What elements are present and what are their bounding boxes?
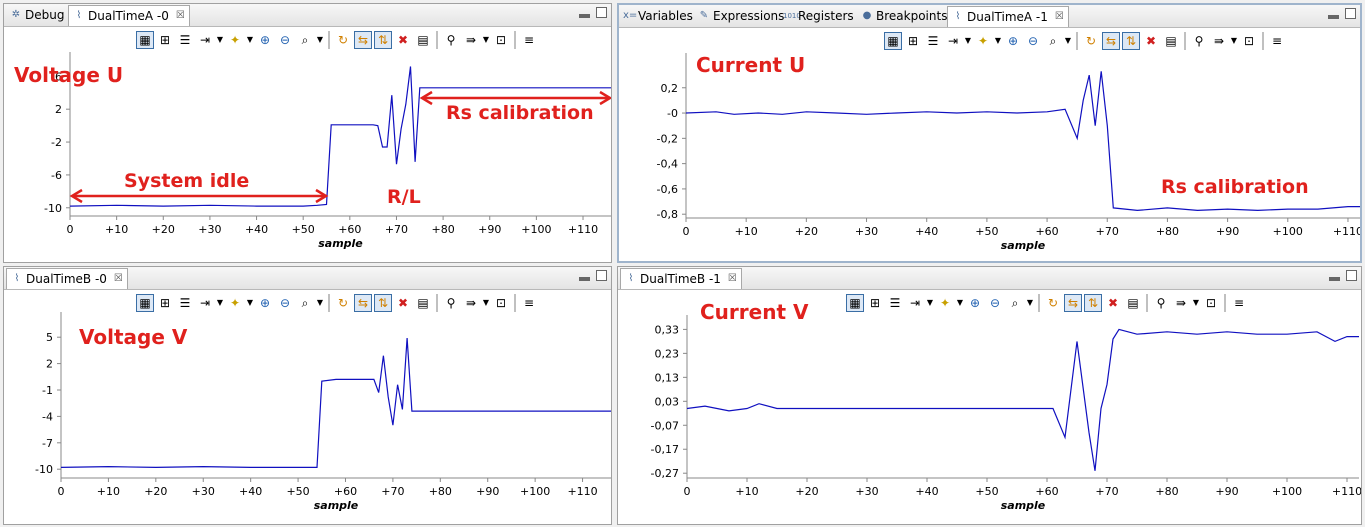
y-tick-label: -0,6 [657,183,678,196]
y-tick-label: -0,8 [657,208,678,221]
x-axis-label: sample [1001,499,1046,512]
y-tick-label: -10 [44,202,62,215]
x-tick-label: +20 [152,223,175,236]
x-tick-label: +100 [1272,485,1302,498]
x-tick-label: +60 [1035,225,1058,238]
x-tick-label: +100 [1273,225,1303,238]
x-tick-label: +60 [1035,485,1058,498]
y-tick-label: -0,2 [657,132,678,145]
y-tick-label: 0,2 [661,82,679,95]
x-tick-label: +10 [105,223,128,236]
y-tick-label: -10 [35,463,53,476]
x-tick-label: +110 [1332,485,1362,498]
x-tick-label: 0 [683,225,690,238]
x-tick-label: +110 [1333,225,1362,238]
x-tick-label: +70 [1095,485,1118,498]
x-tick-label: +30 [855,485,878,498]
x-tick-label: +70 [1096,225,1119,238]
x-tick-label: +60 [338,223,361,236]
x-tick-label: +110 [567,485,597,498]
x-tick-label: +90 [478,223,501,236]
x-axis-label: sample [1001,239,1046,252]
x-tick-label: +90 [476,485,499,498]
annotation-label: R/L [387,186,421,208]
y-tick-label: 2 [55,103,62,116]
x-tick-label: +80 [429,485,452,498]
x-tick-label: +100 [521,223,551,236]
x-tick-label: +20 [144,485,167,498]
x-tick-label: +110 [568,223,598,236]
annotation-label: Current U [696,53,805,77]
x-axis-label: sample [318,237,363,250]
x-tick-label: +40 [239,485,262,498]
x-tick-label: +40 [915,225,938,238]
x-tick-label: +70 [381,485,404,498]
chart-voltage-v: 5 2 -1 -4 -7 -10 0 +10 +20 +30 +40 +50 +60 +70 +80 +90 +… [35,312,611,512]
y-tick-label: 0,23 [655,347,680,360]
x-tick-label: +80 [431,223,454,236]
y-tick-label: -7 [42,437,53,450]
y-tick-label: -0,27 [651,467,679,480]
series-line [60,338,611,469]
y-tick-label: -0,4 [657,158,678,171]
x-tick-label: +80 [1155,485,1178,498]
x-tick-label: +30 [855,225,878,238]
x-tick-label: +60 [334,485,357,498]
x-tick-label: +90 [1215,485,1238,498]
x-tick-label: +50 [292,223,315,236]
pane-dualtimeb-0: ⌇ DualTimeB -0 ☒ ▦ ⊞ ☰ ⇥ ▼ ✦ ▼ ⊕ ⊖ ⌕ ▼ ↻ ⇆ ⇅ ✖ ▤ ⚲ ⇛ ▼ ⊡ ≡ 5… [3,266,612,525]
y-tick-label: 0,13 [655,371,680,384]
x-tick-label: +30 [192,485,215,498]
annotation-label: Rs calibration [446,102,594,124]
x-tick-label: +40 [245,223,268,236]
x-axis-label: sample [314,499,359,512]
x-tick-label: 0 [67,223,74,236]
x-tick-label: +50 [286,485,309,498]
x-tick-label: +50 [975,225,998,238]
x-tick-label: +40 [915,485,938,498]
annotation-label: Voltage V [79,325,188,349]
x-tick-label: 0 [58,485,65,498]
y-tick-label: -1 [42,384,53,397]
y-tick-label: -0 [667,107,678,120]
pane-dualtimea-0: ✲ Debug ⌇ DualTimeA -0 ☒ ▦ ⊞ ☰ ⇥ ▼ ✦ ▼ ⊕ ⊖ ⌕ ▼ ↻ ⇆ ⇅ ✖… [3,3,612,263]
annotation-label: Current V [700,300,809,324]
x-tick-label: +20 [795,485,818,498]
y-tick-label: 5 [46,331,53,344]
annotation-label: Rs calibration [1161,176,1309,198]
annotation-label: System idle [124,170,249,192]
chart-voltage-u: 62-2-6-100 +10 +20 +30 +40 +50 +60 +70 +80 +90 +10… [14,52,611,250]
x-tick-label: +10 [97,485,120,498]
annotation-label: Voltage U [14,63,123,87]
x-tick-label: +10 [735,485,758,498]
y-tick-label: 0,03 [655,395,680,408]
y-tick-label: -2 [51,136,62,149]
x-tick-label: +70 [385,223,408,236]
chart-current-u: 0,2 -0 -0,2 -0,4 -0,6 -0,8 0 +10 +20 +30 +40 +50 +60… [657,53,1362,252]
x-tick-label: +20 [795,225,818,238]
pane-dualtimeb-1: ⌇ DualTimeB -1 ☒ ▦ ⊞ ☰ ⇥ ▼ ✦ ▼ ⊕ ⊖ ⌕ ▼ ↻ ⇆ ⇅ ✖ ▤ ⚲ ⇛ ▼ ⊡ ≡ 0… [617,266,1362,525]
x-tick-label: 0 [684,485,691,498]
y-tick-label: -0,17 [651,443,679,456]
x-tick-label: +30 [198,223,221,236]
y-tick-label: -0,07 [651,419,679,432]
y-tick-label: 0,33 [655,323,680,336]
x-tick-label: +50 [975,485,998,498]
pane-dualtimea-1: x= Variables ✎ Expressions 1010 Register… [617,3,1362,263]
x-tick-label: +80 [1156,225,1179,238]
x-tick-label: +90 [1216,225,1239,238]
x-tick-label: +10 [735,225,758,238]
x-tick-label: +100 [520,485,550,498]
series-line [686,328,1359,471]
y-tick-label: 2 [46,358,53,371]
chart-current-v: 0,33 0,23 0,13 0,03 -0,07 -0,17 -0,27 0 +10 +20 +3… [651,300,1362,512]
y-tick-label: -4 [42,410,53,423]
y-tick-label: -6 [51,169,62,182]
